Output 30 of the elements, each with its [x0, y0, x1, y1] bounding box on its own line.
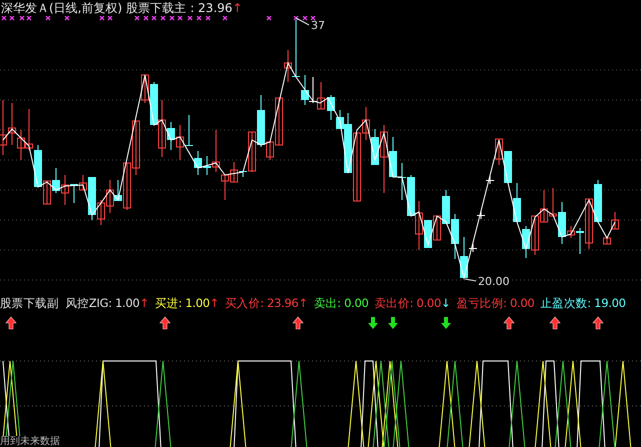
price-label: 20.00	[478, 275, 510, 288]
footnote-text: 用到未来数据	[0, 436, 62, 447]
sell-arrow-icon	[441, 317, 451, 329]
buy-arrow-icon	[503, 316, 515, 330]
indicator-name: 股票下载主	[126, 0, 186, 16]
buy-arrow-icon	[549, 316, 561, 330]
indicator-reading: 买进: 1.00	[154, 296, 210, 310]
indicator-value: : 23.96	[190, 1, 232, 15]
buy-arrow-icon	[592, 316, 604, 330]
buy-arrow-icon	[292, 316, 304, 330]
indicator-reading: 止盈次数: 19.00	[540, 296, 626, 310]
buy-arrow-icon	[5, 316, 17, 330]
leader-line	[296, 18, 310, 26]
indicator-reading: 卖出价: 0.00	[374, 296, 441, 310]
leader-line	[464, 278, 476, 282]
stock-title: 深华发Ａ(日线,前复权)	[1, 0, 122, 16]
indicator-name: 股票下载副	[0, 296, 59, 310]
buy-arrow-icon	[159, 316, 171, 330]
sell-arrow-icon	[388, 317, 398, 329]
indicator-reading: 卖出: 0.00	[314, 296, 369, 310]
indicator-reading: 买入价: 23.96	[224, 296, 298, 310]
sell-arrow-icon	[368, 317, 378, 329]
trend-arrow: ↑	[210, 296, 219, 310]
trend-arrow: ↓	[440, 296, 450, 310]
indicator-reading: 盈亏比例: 0.00	[456, 296, 534, 310]
indicator-reading: 风控ZIG: 1.00	[66, 296, 140, 310]
up-arrow: ↑	[232, 1, 242, 15]
price-label: 37	[311, 19, 325, 32]
trend-arrow: ↑	[298, 296, 308, 310]
trend-arrow: ↑	[140, 296, 149, 310]
